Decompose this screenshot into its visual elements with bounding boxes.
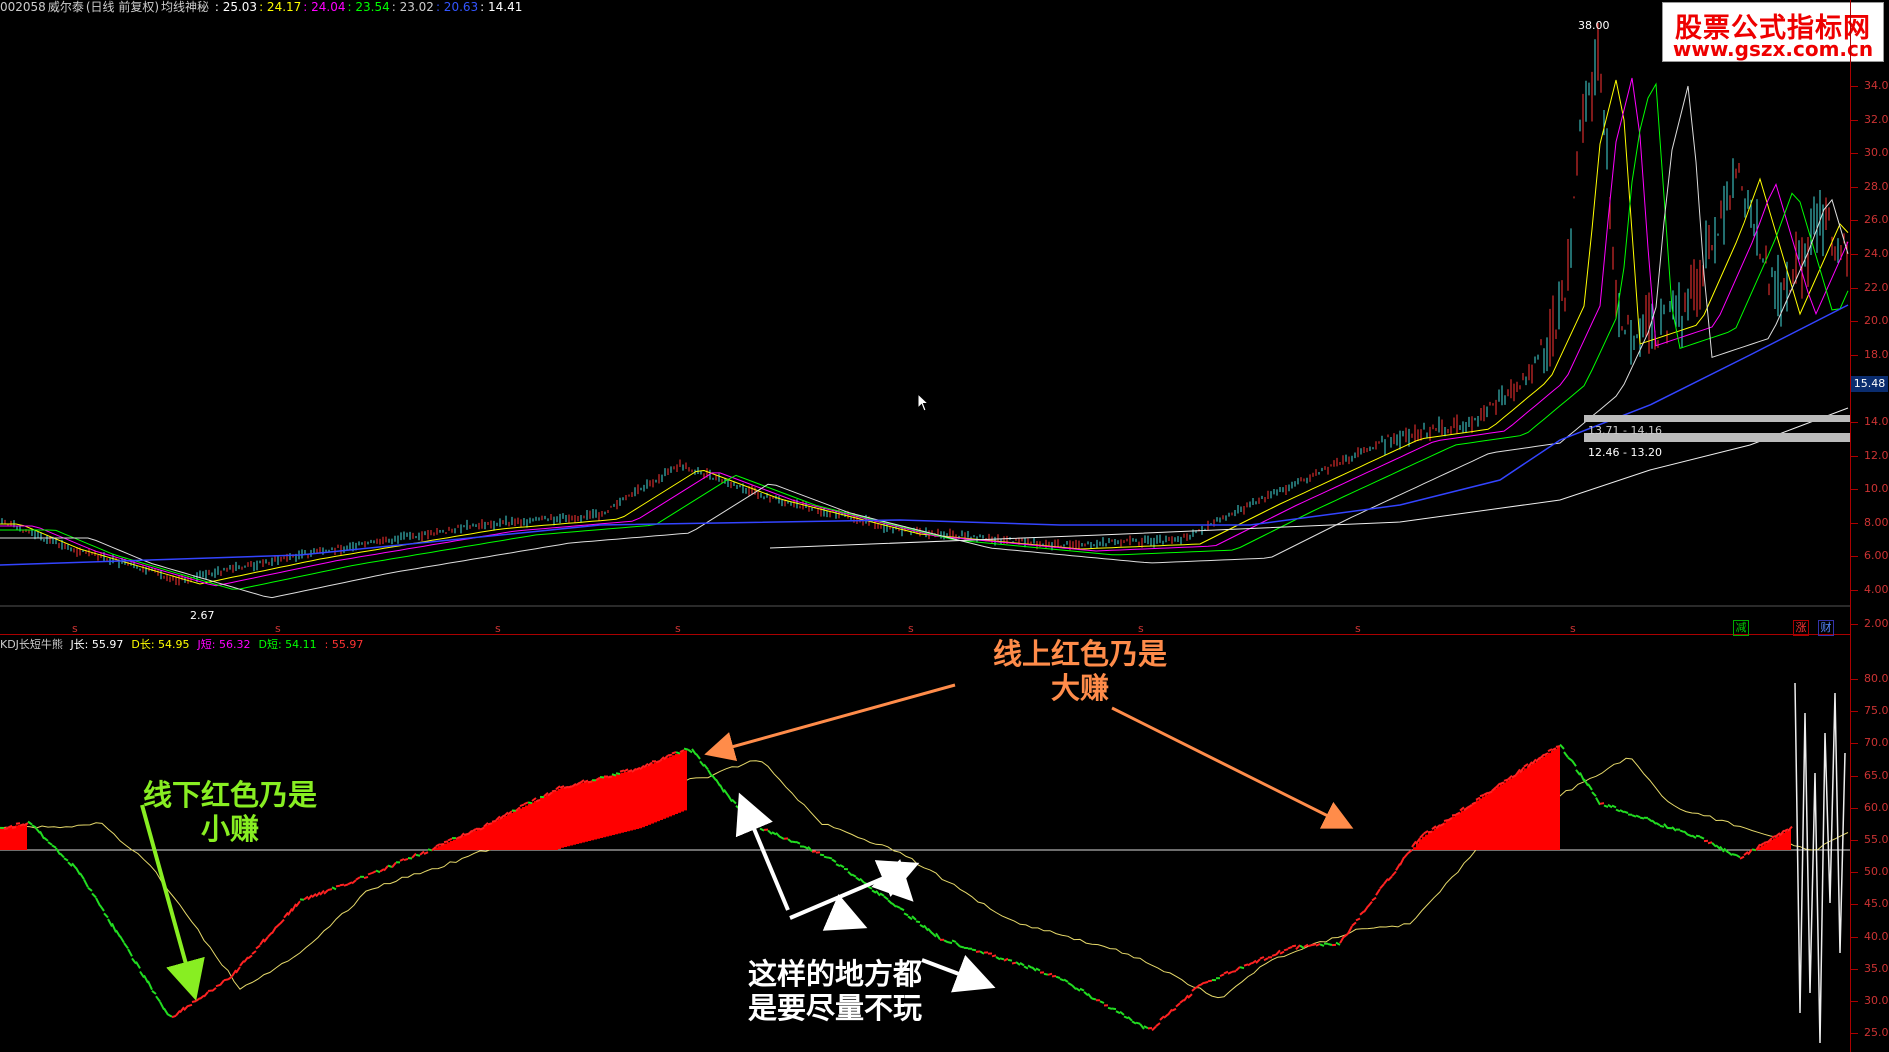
note-above-line-2: 大赚 [1050, 671, 1109, 705]
note-avoid: 这样的地方都 是要尽量不玩 [720, 957, 950, 1025]
sub-tick-mark [1850, 968, 1858, 970]
price-tick-mark [1850, 556, 1858, 558]
price-tick-mark [1850, 623, 1858, 625]
price-tick-label: 26.00 [1864, 213, 1889, 227]
price-tick-label: 8.00 [1864, 515, 1889, 529]
price-tick-mark [1850, 254, 1858, 255]
price-tick-mark [1850, 220, 1858, 222]
price-tick-label: 22.00 [1864, 280, 1889, 294]
sub-tick-mark [1850, 904, 1858, 906]
sub-tick-label: 55.00 [1864, 833, 1889, 846]
sub-tick-mark [1850, 936, 1858, 938]
price-tick-mark [1850, 153, 1858, 155]
sub-tick-mark [1850, 743, 1858, 745]
sub-tick-label: 65.00 [1864, 768, 1889, 782]
sub-tick-mark [1850, 807, 1858, 809]
sub-tick-label: 50.00 [1864, 865, 1889, 879]
price-tick-label: 30.00 [1864, 146, 1889, 160]
sub-tick-label: 75.00 [1864, 704, 1889, 718]
note-avoid-2: 是要尽量不玩 [747, 991, 922, 1025]
sub-tick-mark [1850, 1033, 1858, 1035]
note-above-line: 线上红色乃是 大赚 [965, 637, 1195, 705]
price-tick-label: 4.00 [1864, 583, 1889, 596]
sub-tick-label: 80.00 [1864, 672, 1889, 685]
sub-tick-mark [1850, 1001, 1858, 1002]
price-tick-label: 18.00 [1864, 347, 1889, 361]
sub-tick-label: 60.00 [1864, 800, 1889, 814]
price-tick-label: 12.00 [1864, 448, 1889, 462]
price-tick-label: 34.00 [1864, 79, 1889, 92]
note-below-line-1: 线下红色乃是 [142, 778, 317, 812]
annotation-arrows [140, 683, 1354, 1001]
price-tick-mark [1850, 522, 1858, 524]
sub-tick-mark [1850, 679, 1858, 680]
sub-tick-label: 30.00 [1864, 994, 1889, 1007]
price-tick-label: 6.00 [1864, 549, 1889, 563]
price-tick-mark [1850, 321, 1858, 323]
sub-tick-label: 70.00 [1864, 736, 1889, 750]
price-tick-mark [1850, 354, 1858, 356]
price-tick-mark [1850, 287, 1858, 289]
arrow-above-2 [1111, 706, 1354, 829]
price-tick-mark [1850, 590, 1858, 591]
price-tick-label: 24.00 [1864, 247, 1889, 260]
price-tick-label: 20.00 [1864, 314, 1889, 328]
price-tick-label: 28.00 [1864, 179, 1889, 193]
price-tick-mark [1850, 186, 1858, 188]
price-tick-mark [1850, 455, 1858, 457]
arrow-avoid-2 [789, 860, 920, 920]
price-tick-label: 14.00 [1864, 415, 1889, 428]
sub-tick-label: 45.00 [1864, 897, 1889, 911]
arrow-above-1 [704, 683, 956, 762]
note-below-line: 线下红色乃是 小赚 [115, 778, 345, 846]
price-tick-mark [1850, 489, 1858, 491]
note-above-line-1: 线上红色乃是 [992, 637, 1167, 671]
sub-tick-label: 25.00 [1864, 1026, 1889, 1040]
current-price-tag: 15.48 [1851, 376, 1888, 392]
price-tick-label: 10.00 [1864, 482, 1889, 496]
sub-tick-mark [1850, 711, 1858, 713]
price-tick-mark [1850, 86, 1858, 87]
sub-tick-mark [1850, 840, 1858, 841]
sub-tick-mark [1850, 872, 1858, 874]
price-tick-mark [1850, 422, 1858, 423]
arrow-avoid-4 [822, 894, 868, 931]
arrow-avoid-1 [735, 792, 790, 911]
price-tick-mark [1850, 119, 1858, 121]
sub-tick-label: 40.00 [1864, 929, 1889, 943]
price-tick-label: 32.00 [1864, 112, 1889, 126]
price-tick-label: 2.00 [1864, 616, 1889, 630]
sub-tick-label: 35.00 [1864, 961, 1889, 975]
note-below-line-2: 小赚 [200, 812, 259, 846]
sub-tick-mark [1850, 775, 1858, 777]
price-axis-line [1850, 0, 1851, 1052]
note-avoid-1: 这样的地方都 [747, 957, 922, 991]
